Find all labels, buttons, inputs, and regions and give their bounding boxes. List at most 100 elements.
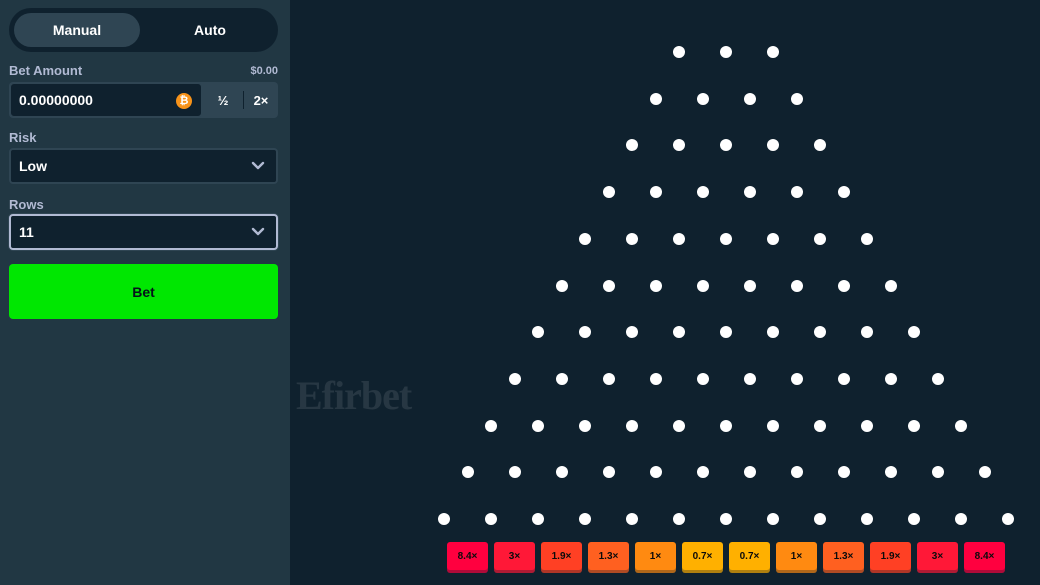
plinko-peg: [743, 466, 756, 479]
plinko-peg: [837, 372, 850, 385]
plinko-peg: [602, 186, 615, 199]
plinko-peg: [508, 466, 521, 479]
plinko-peg: [485, 513, 497, 525]
plinko-peg: [626, 419, 638, 432]
tab-manual[interactable]: Manual: [14, 13, 140, 47]
plinko-peg: [579, 419, 591, 432]
plinko-peg: [555, 279, 568, 292]
plinko-peg: [720, 419, 732, 432]
plinko-peg: [837, 186, 850, 199]
plinko-peg: [696, 466, 709, 479]
plinko-peg: [790, 92, 803, 105]
plinko-peg: [743, 92, 756, 105]
plinko-peg: [884, 279, 897, 292]
multiplier-slot: 1.3×: [588, 542, 629, 570]
plinko-peg: [743, 372, 756, 385]
plinko-peg: [861, 513, 873, 525]
plinko-peg: [861, 232, 873, 245]
half-bet-button[interactable]: ½: [203, 82, 243, 118]
rows-label: Rows: [9, 197, 44, 212]
bet-button[interactable]: Bet: [9, 264, 278, 319]
plinko-peg: [978, 466, 991, 479]
plinko-peg: [626, 139, 638, 152]
plinko-peg: [955, 513, 967, 525]
bet-amount-value: 0.00000000: [19, 92, 93, 108]
plinko-peg: [884, 466, 897, 479]
multiplier-slot: 0.7×: [729, 542, 770, 570]
multiplier-slot: 1.9×: [541, 542, 582, 570]
plinko-peg: [532, 326, 544, 339]
plinko-peg: [532, 513, 544, 525]
plinko-peg: [720, 513, 732, 525]
plinko-peg: [861, 419, 873, 432]
plinko-peg: [626, 513, 638, 525]
risk-select[interactable]: Low: [9, 148, 278, 184]
plinko-peg: [649, 279, 662, 292]
bet-sidebar: Manual Auto Bet Amount $0.00 0.00000000 …: [0, 0, 290, 585]
multiplier-slot: 0.7×: [682, 542, 723, 570]
double-bet-button[interactable]: 2×: [244, 82, 278, 118]
rows-value: 11: [19, 224, 34, 240]
plinko-peg: [837, 279, 850, 292]
plinko-peg: [790, 279, 803, 292]
tab-auto[interactable]: Auto: [147, 13, 273, 47]
plinko-peg: [720, 232, 732, 245]
plinko-peg: [579, 232, 591, 245]
plinko-peg: [767, 139, 779, 152]
chevron-down-icon: [251, 161, 265, 170]
bitcoin-icon: ₿: [176, 93, 192, 109]
plinko-peg: [767, 232, 779, 245]
plinko-peg: [743, 279, 756, 292]
plinko-peg: [720, 326, 732, 339]
plinko-peg: [673, 326, 685, 339]
plinko-peg: [532, 419, 544, 432]
plinko-peg: [767, 326, 779, 339]
multiplier-slot: 1.9×: [870, 542, 911, 570]
mode-tabs: Manual Auto: [9, 8, 278, 52]
plinko-peg: [673, 232, 685, 245]
plinko-peg: [931, 466, 944, 479]
plinko-peg: [908, 513, 920, 525]
plinko-peg: [673, 419, 685, 432]
bet-amount-input[interactable]: 0.00000000 ₿: [10, 83, 202, 117]
plinko-peg: [438, 513, 450, 525]
plinko-peg: [673, 139, 685, 152]
plinko-peg: [814, 326, 826, 339]
plinko-peg: [861, 326, 873, 339]
plinko-peg: [837, 466, 850, 479]
plinko-peg: [579, 513, 591, 525]
plinko-peg: [649, 186, 662, 199]
plinko-board: 8.4× 3× 1.9× 1.3× 1× 0.7× 0.7× 1× 1.3× 1.9× 3× 8.4×: [290, 0, 1040, 585]
plinko-peg: [814, 513, 826, 525]
plinko-peg: [790, 186, 803, 199]
plinko-peg: [555, 372, 568, 385]
plinko-peg: [884, 372, 897, 385]
plinko-peg: [555, 466, 568, 479]
bet-amount-label: Bet Amount: [9, 63, 83, 78]
risk-label: Risk: [9, 130, 37, 145]
plinko-peg: [602, 372, 615, 385]
plinko-peg: [908, 419, 920, 432]
multiplier-slot: 3×: [494, 542, 535, 570]
multiplier-slot: 8.4×: [964, 542, 1005, 570]
plinko-peg: [931, 372, 944, 385]
rows-select[interactable]: 11: [9, 214, 278, 250]
chevron-down-icon: [251, 227, 265, 236]
multiplier-slot: 1×: [776, 542, 817, 570]
plinko-peg: [814, 419, 826, 432]
plinko-peg: [673, 513, 685, 525]
plinko-peg: [579, 326, 591, 339]
plinko-peg: [720, 139, 732, 152]
plinko-peg: [720, 46, 732, 58]
plinko-peg: [673, 46, 685, 58]
plinko-peg: [461, 466, 474, 479]
plinko-peg: [814, 232, 826, 245]
plinko-peg: [696, 92, 709, 105]
plinko-peg: [790, 372, 803, 385]
bet-amount-group: 0.00000000 ₿ ½ 2×: [9, 82, 278, 118]
plinko-peg: [626, 232, 638, 245]
plinko-peg: [814, 139, 826, 152]
plinko-peg: [767, 513, 779, 525]
plinko-peg: [955, 419, 967, 432]
bet-usd-value: $0.00: [250, 65, 278, 77]
